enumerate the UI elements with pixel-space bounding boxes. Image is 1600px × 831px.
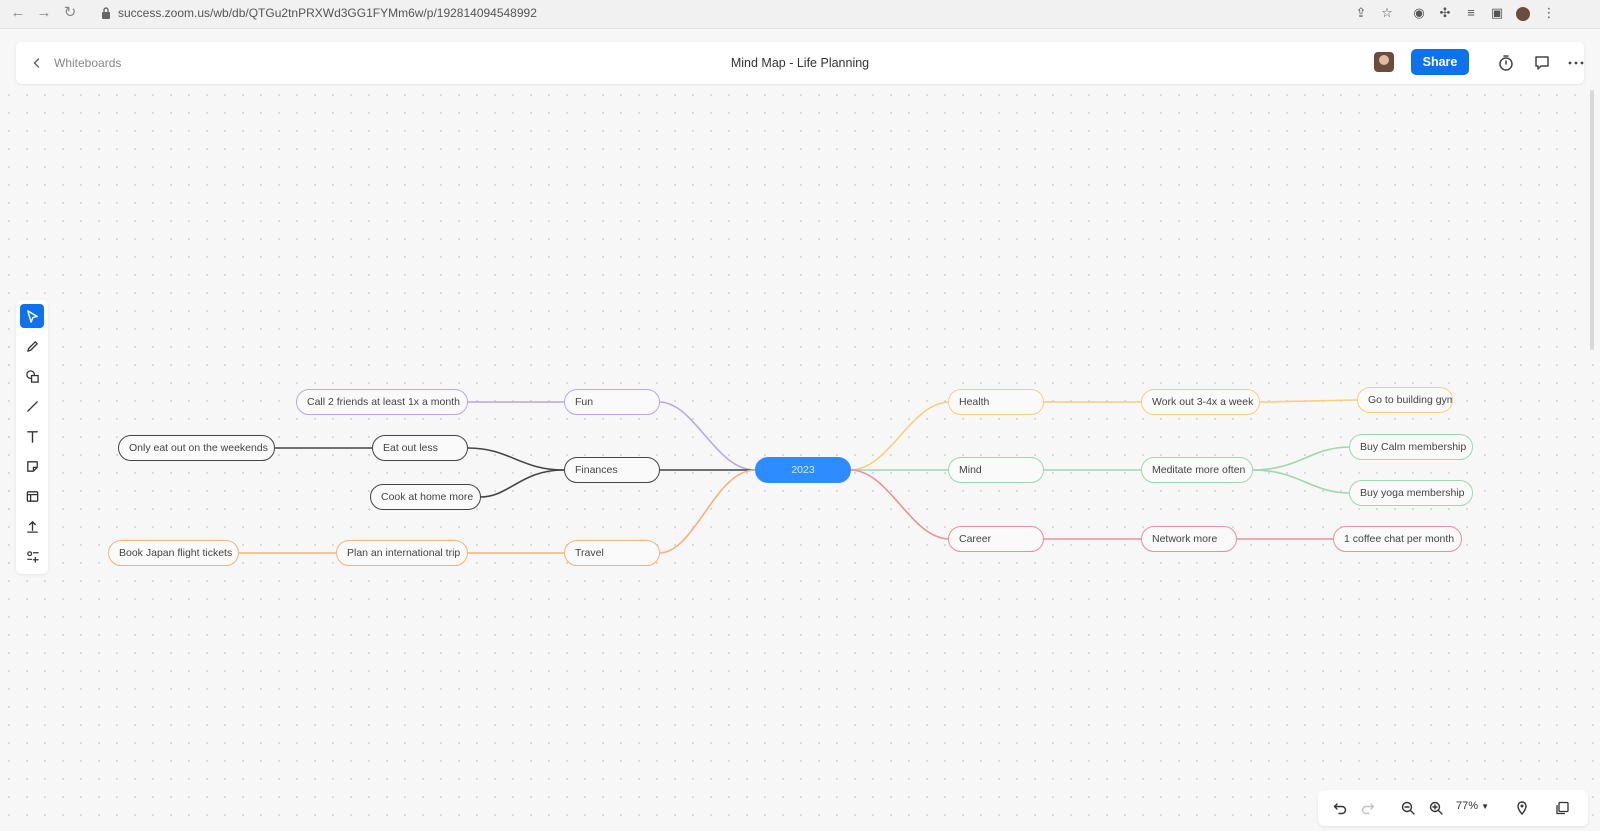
node-calm[interactable]: Buy Calm membership	[1349, 434, 1473, 460]
bottom-toolbar: 77% ▼	[1318, 790, 1588, 826]
redo-icon	[1361, 803, 1375, 815]
extension-icon[interactable]: ◉	[1410, 4, 1428, 22]
connector-cook-home	[479, 469, 565, 498]
more-tools-icon	[26, 550, 39, 563]
pages-button[interactable]	[1552, 798, 1572, 818]
template-icon	[26, 490, 38, 502]
left-toolbar	[16, 300, 48, 574]
whiteboard-canvas[interactable]: 2023 Fun Finances Travel Call 2 friends …	[0, 86, 1600, 831]
line-tool[interactable]	[20, 394, 44, 418]
node-coffee[interactable]: 1 coffee chat per month	[1333, 526, 1462, 552]
node-career[interactable]: Career	[948, 526, 1044, 552]
vertical-scrollbar[interactable]	[1590, 90, 1594, 350]
template-tool[interactable]	[20, 484, 44, 508]
mindmap-center-node[interactable]: 2023	[755, 457, 851, 483]
page-title: Mind Map - Life Planning	[730, 56, 870, 70]
zoom-in-icon	[1429, 801, 1443, 815]
node-meditate[interactable]: Meditate more often	[1141, 457, 1253, 483]
connector-career	[849, 469, 951, 540]
pen-tool[interactable]	[20, 334, 44, 358]
share-page-icon[interactable]: ⇪	[1352, 4, 1370, 22]
line-icon	[26, 400, 38, 412]
node-call-friends[interactable]: Call 2 friends at least 1x a month	[296, 389, 468, 415]
puzzle-icon[interactable]: ✣	[1436, 4, 1454, 22]
text-tool[interactable]	[20, 424, 44, 448]
more-options-icon[interactable]	[1566, 53, 1586, 73]
connector-gym	[1259, 399, 1358, 403]
shapes-icon	[25, 369, 39, 383]
node-japan[interactable]: Book Japan flight tickets	[108, 540, 239, 566]
select-tool[interactable]	[20, 304, 44, 328]
shapes-tool[interactable]	[20, 364, 44, 388]
caret-down-icon: ▼	[1481, 802, 1490, 811]
node-network[interactable]: Network more	[1141, 526, 1237, 552]
node-intl-trip[interactable]: Plan an international trip	[336, 540, 468, 566]
reading-list-icon[interactable]: ≡	[1462, 4, 1480, 22]
node-eat-out-less[interactable]: Eat out less	[372, 435, 468, 461]
profile-avatar[interactable]	[1514, 4, 1532, 22]
pages-icon	[1556, 801, 1569, 815]
side-panel-icon[interactable]: ▣	[1488, 4, 1506, 22]
browser-menu-icon[interactable]: ⋮	[1540, 4, 1558, 22]
avatar[interactable]	[1374, 52, 1394, 72]
back-arrow-icon[interactable]: ←	[8, 3, 28, 23]
zoom-in-button[interactable]	[1426, 798, 1446, 818]
zoom-out-icon	[1401, 801, 1415, 815]
pen-icon	[26, 340, 38, 352]
node-health[interactable]: Health	[948, 389, 1044, 415]
node-mind[interactable]: Mind	[948, 457, 1044, 483]
forward-arrow-icon[interactable]: →	[34, 3, 54, 23]
node-finances[interactable]: Finances	[564, 457, 660, 483]
undo-button[interactable]	[1330, 798, 1350, 818]
upload-icon	[26, 520, 38, 533]
node-weekends[interactable]: Only eat out on the weekends	[118, 435, 275, 461]
connector-calm	[1251, 446, 1351, 471]
lock-icon	[102, 7, 110, 19]
address-bar[interactable]: success.zoom.us/wb/db/QTGu2tnPRXWd3GG1FY…	[118, 6, 537, 20]
connector-eat-out-less	[467, 447, 565, 471]
location-pin-icon	[1517, 801, 1527, 816]
connector-travel	[658, 469, 756, 554]
locate-button[interactable]	[1512, 798, 1532, 818]
zoom-out-button[interactable]	[1398, 798, 1418, 818]
redo-button[interactable]	[1358, 798, 1378, 818]
text-icon	[26, 430, 38, 443]
connector-yoga	[1251, 469, 1351, 494]
comment-icon[interactable]	[1532, 53, 1552, 73]
connector-health	[849, 401, 951, 471]
node-fun[interactable]: Fun	[564, 389, 660, 415]
browser-bar: ← → ↻ success.zoom.us/wb/db/QTGu2tnPRXWd…	[0, 0, 1600, 29]
app-header: Whiteboards Mind Map - Life Planning Sha…	[16, 42, 1584, 84]
share-button[interactable]: Share	[1411, 49, 1469, 75]
reload-icon[interactable]: ↻	[60, 3, 80, 23]
zoom-level-dropdown[interactable]: 77% ▼	[1456, 800, 1489, 812]
node-gym[interactable]: Go to building gym	[1357, 387, 1453, 413]
node-yoga[interactable]: Buy yoga membership	[1349, 480, 1473, 506]
sticky-note-icon	[26, 460, 38, 472]
select-icon	[26, 309, 38, 323]
node-travel[interactable]: Travel	[564, 540, 660, 566]
zoom-level-value: 77%	[1456, 800, 1479, 812]
connector-fun	[658, 401, 756, 471]
more-tools[interactable]	[20, 544, 44, 568]
undo-icon	[1333, 803, 1347, 815]
upload-tool[interactable]	[20, 514, 44, 538]
node-workout[interactable]: Work out 3-4x a week	[1141, 389, 1260, 415]
node-cook-home[interactable]: Cook at home more	[370, 484, 481, 510]
timer-icon[interactable]	[1496, 53, 1516, 73]
sticky-note-tool[interactable]	[20, 454, 44, 478]
bookmark-star-icon[interactable]: ☆	[1378, 4, 1396, 22]
